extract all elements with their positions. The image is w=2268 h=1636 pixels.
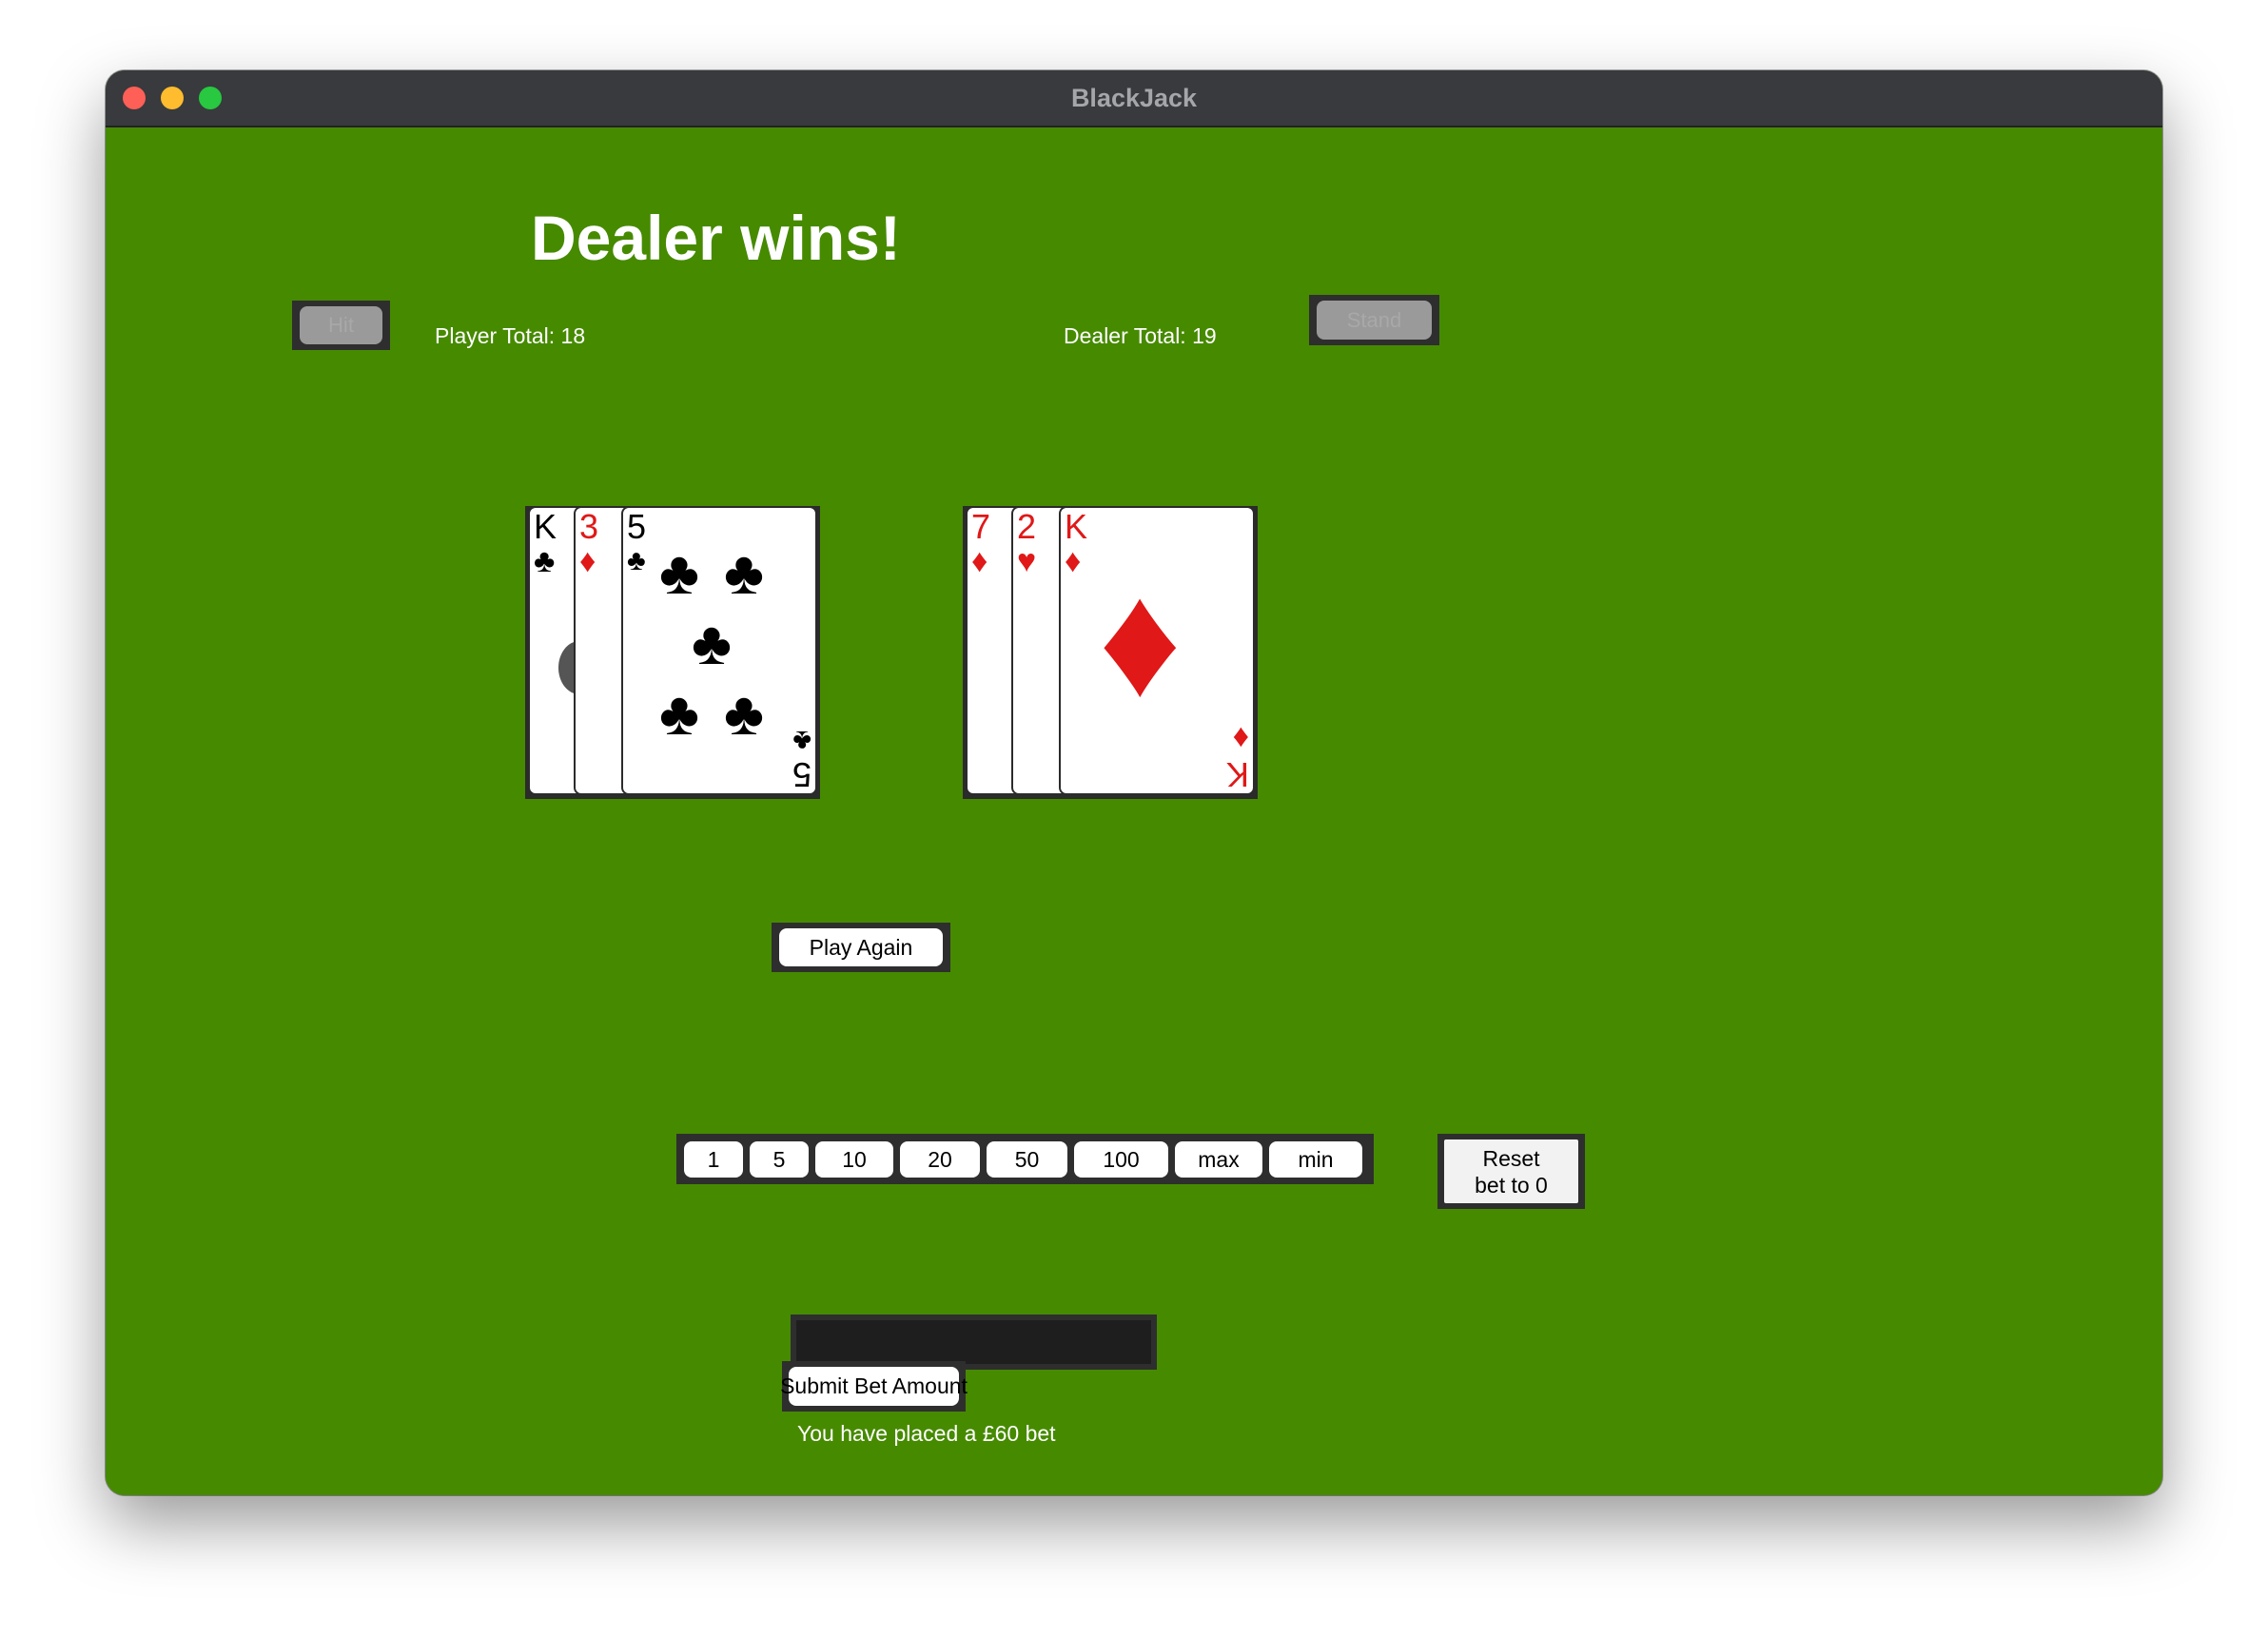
player-card-3-corner: 5 ♣ xyxy=(792,725,811,794)
club-pip-icon: ♣ xyxy=(659,679,699,748)
heart-icon: ♥ xyxy=(1017,543,1037,579)
player-card-3: 5 ♣ ♣ ♣ ♣ ♣ ♣ 5 ♣ xyxy=(621,506,817,795)
stand-button-frame: Stand xyxy=(1309,295,1439,345)
dealer-total-label: Dealer Total: 19 xyxy=(1064,323,1217,348)
chip-button-50[interactable]: 50 xyxy=(987,1141,1067,1178)
diamond-icon: ♦ xyxy=(1065,543,1082,579)
club-pip-icon: ♣ xyxy=(724,538,764,607)
chip-button-min[interactable]: min xyxy=(1269,1141,1362,1178)
dealer-hand: 7 ♦ 2 ♥ K ♦ ♦ K ♦ xyxy=(963,506,1258,799)
stand-button[interactable]: Stand xyxy=(1317,301,1432,340)
chip-button-5[interactable]: 5 xyxy=(750,1141,809,1178)
dealer-card-2-rank: 2 xyxy=(1017,507,1037,546)
hit-button[interactable]: Hit xyxy=(300,306,382,344)
reset-frame: Reset bet to 0 xyxy=(1437,1134,1585,1209)
club-icon: ♣ xyxy=(627,545,646,576)
player-hand: K ♣ 3 ♦ 5 ♣ ♣ ♣ ♣ ♣ ♣ 5 ♣ xyxy=(525,506,820,799)
hit-button-frame: Hit xyxy=(292,301,390,350)
play-again-button[interactable]: Play Again xyxy=(779,928,943,966)
club-pip-icon: ♣ xyxy=(659,538,699,607)
diamond-icon: ♦ xyxy=(579,543,596,579)
reset-bet-button[interactable]: Reset bet to 0 xyxy=(1444,1139,1578,1203)
game-table: Dealer wins! Hit Player Total: 18 Dealer… xyxy=(106,127,2162,1495)
player-total-label: Player Total: 18 xyxy=(435,323,586,348)
dealer-card-3-corner: K ♦ xyxy=(1225,720,1249,794)
player-card-2-rank: 3 xyxy=(579,507,599,546)
diamond-icon: ♦ xyxy=(971,543,988,579)
chip-button-100[interactable]: 100 xyxy=(1074,1141,1168,1178)
app-window: BlackJack Dealer wins! Hit Player Total:… xyxy=(106,70,2162,1495)
submit-bet-frame: Submit Bet Amount xyxy=(780,1361,968,1412)
submit-bet-button[interactable]: Submit Bet Amount xyxy=(780,1367,968,1406)
diamond-pip-icon: ♦ xyxy=(1099,550,1182,730)
play-again-frame: Play Again xyxy=(772,923,950,972)
title-bar: BlackJack xyxy=(106,70,2162,127)
chip-button-10[interactable]: 10 xyxy=(815,1141,893,1178)
chip-button-max[interactable]: max xyxy=(1175,1141,1262,1178)
chip-button-1[interactable]: 1 xyxy=(684,1141,743,1178)
dealer-card-1-rank: 7 xyxy=(971,507,991,546)
game-result-heading: Dealer wins! xyxy=(531,203,901,273)
club-pip-icon: ♣ xyxy=(724,679,764,748)
dealer-card-3: K ♦ ♦ K ♦ xyxy=(1059,506,1255,795)
chip-bar: 1 5 10 20 50 100 max min xyxy=(676,1134,1374,1184)
window-title: BlackJack xyxy=(1070,84,1198,112)
bet-amount-input[interactable] xyxy=(796,1320,1151,1364)
player-card-1-rank: K xyxy=(534,507,557,546)
chip-button-20[interactable]: 20 xyxy=(900,1141,980,1178)
club-pip-icon: ♣ xyxy=(692,609,732,677)
club-icon: ♣ xyxy=(534,543,556,579)
bet-status-label: You have placed a £60 bet xyxy=(797,1421,1056,1446)
player-card-3-rank: 5 xyxy=(627,507,647,546)
dealer-card-3-rank: K xyxy=(1065,507,1088,546)
